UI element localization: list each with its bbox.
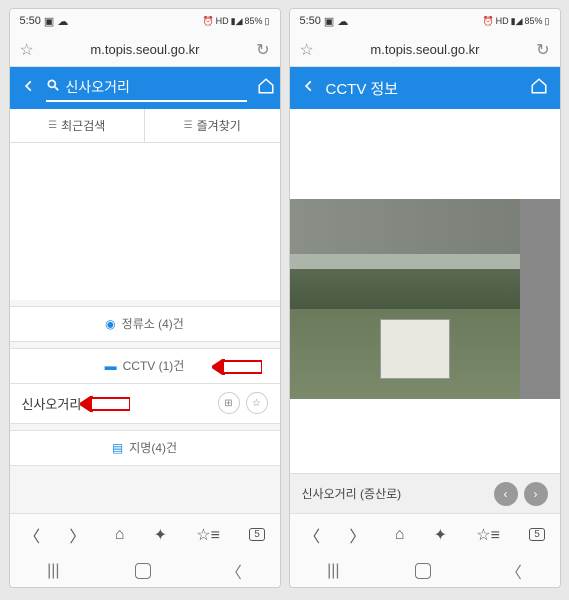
bus-stop-icon: ◉ (105, 317, 115, 331)
battery-text: 85% (525, 16, 543, 26)
annotation-arrow-icon (80, 396, 130, 412)
building-icon: ▤ (112, 441, 123, 455)
nav-back-icon[interactable]: 〈 (24, 523, 40, 547)
browser-url-bar: ☆ m.topis.seoul.go.kr ↻ (10, 33, 280, 67)
nav-tabs-icon[interactable]: 5 (529, 528, 545, 541)
hd-icon: HD (216, 16, 229, 26)
home-button-icon[interactable] (415, 563, 431, 579)
nav-forward-icon[interactable]: 〉 (349, 523, 365, 547)
prev-button[interactable]: ‹ (494, 482, 518, 506)
recents-icon[interactable]: ||| (327, 562, 339, 580)
chevron-left-icon: ‹ (504, 487, 508, 501)
battery-icon: ▯ (545, 16, 550, 27)
bookmark-star-icon[interactable]: ☆ (300, 40, 314, 60)
nav-home-icon[interactable]: ⌂ (395, 526, 405, 544)
map-icon: ⊞ (224, 398, 232, 409)
chevron-right-icon: › (534, 487, 538, 501)
star-icon: ☆ (252, 398, 261, 409)
tab-recent-label: 최근검색 (61, 117, 105, 134)
cctv-top-space (290, 109, 560, 199)
tab-recent[interactable]: ☰ 최근검색 (10, 109, 146, 142)
category-bus-stop[interactable]: ◉ 정류소 (4)건 (10, 306, 280, 342)
phone-right: 5:50 ▣ ☁ ⏰ HD ▮◢ 85% ▯ ☆ m.topis.seoul.g… (289, 8, 561, 588)
nav-tools-icon[interactable]: ✦ (434, 525, 447, 545)
tab-favorite[interactable]: ☰ 즐겨찾기 (145, 109, 280, 142)
nav-forward-icon[interactable]: 〉 (69, 523, 85, 547)
nav-tabs-icon[interactable]: 5 (249, 528, 265, 541)
list-icon: ☰ (48, 120, 57, 131)
category-cctv-label: CCTV (1)건 (123, 357, 185, 374)
recents-icon[interactable]: ||| (47, 562, 59, 580)
annotation-arrow-icon (212, 359, 262, 375)
alarm-icon: ⏰ (202, 16, 213, 27)
list-icon: ☰ (184, 120, 193, 131)
app-header-search (10, 67, 280, 109)
status-time: 5:50 (300, 15, 321, 27)
status-app-icons: ▣ ☁ (44, 15, 68, 28)
search-content: ◉ 정류소 (4)건 ▬ CCTV (1)건 신사오거리 ⊞ ☆ (10, 143, 280, 513)
home-icon[interactable] (257, 77, 275, 100)
next-button[interactable]: › (524, 482, 548, 506)
back-button-icon[interactable]: 〈 (506, 559, 522, 583)
nav-bookmarks-icon[interactable]: ☆≡ (476, 525, 500, 545)
status-time: 5:50 (20, 15, 41, 27)
alarm-icon: ⏰ (482, 16, 493, 27)
map-button[interactable]: ⊞ (218, 392, 240, 414)
status-app-icons: ▣ ☁ (324, 15, 348, 28)
url-text[interactable]: m.topis.seoul.go.kr (44, 42, 246, 57)
nav-tools-icon[interactable]: ✦ (154, 525, 167, 545)
signal-icon: ▮◢ (231, 16, 243, 27)
search-icon (46, 78, 60, 97)
result-name: 신사오거리 (22, 394, 82, 413)
browser-bottom-nav: 〈 〉 ⌂ ✦ ☆≡ 5 (290, 513, 560, 555)
bookmark-star-icon[interactable]: ☆ (20, 40, 34, 60)
back-button-icon[interactable]: 〈 (226, 559, 242, 583)
search-field-wrap (46, 74, 247, 102)
app-header-cctv: CCTV 정보 (290, 67, 560, 109)
battery-text: 85% (245, 16, 263, 26)
nav-back-icon[interactable]: 〈 (304, 523, 320, 547)
category-place-label: 지명(4)건 (129, 439, 177, 456)
refresh-icon[interactable]: ↻ (536, 40, 549, 60)
search-input[interactable] (66, 79, 247, 95)
tab-favorite-label: 즐겨찾기 (197, 117, 241, 134)
category-stop-label: 정류소 (4)건 (122, 315, 184, 332)
home-icon[interactable] (530, 77, 548, 100)
phone-left: 5:50 ▣ ☁ ⏰ HD ▮◢ 85% ▯ ☆ m.topis.seoul.g… (9, 8, 281, 588)
nav-bookmarks-icon[interactable]: ☆≡ (196, 525, 220, 545)
home-button-icon[interactable] (135, 563, 151, 579)
empty-area (10, 143, 280, 300)
result-item[interactable]: 신사오거리 ⊞ ☆ (10, 384, 280, 424)
status-bar: 5:50 ▣ ☁ ⏰ HD ▮◢ 85% ▯ (290, 9, 560, 33)
nav-home-icon[interactable]: ⌂ (115, 526, 125, 544)
back-arrow-icon[interactable] (302, 79, 316, 98)
cctv-location-label: 신사오거리 (증산로) (302, 485, 402, 502)
system-nav: ||| 〈 (10, 555, 280, 587)
system-nav: ||| 〈 (290, 555, 560, 587)
favorite-button[interactable]: ☆ (246, 392, 268, 414)
cctv-icon: ▬ (105, 359, 117, 373)
category-place[interactable]: ▤ 지명(4)건 (10, 430, 280, 466)
cctv-footer: 신사오거리 (증산로) ‹ › (290, 473, 560, 513)
refresh-icon[interactable]: ↻ (256, 40, 269, 60)
browser-url-bar: ☆ m.topis.seoul.go.kr ↻ (290, 33, 560, 67)
battery-icon: ▯ (265, 16, 270, 27)
url-text[interactable]: m.topis.seoul.go.kr (324, 42, 526, 57)
signal-icon: ▮◢ (511, 16, 523, 27)
page-title: CCTV 정보 (326, 78, 399, 99)
category-cctv[interactable]: ▬ CCTV (1)건 (10, 348, 280, 384)
back-arrow-icon[interactable] (22, 79, 36, 98)
status-bar: 5:50 ▣ ☁ ⏰ HD ▮◢ 85% ▯ (10, 9, 280, 33)
cctv-live-image[interactable] (290, 199, 560, 399)
browser-bottom-nav: 〈 〉 ⌂ ✦ ☆≡ 5 (10, 513, 280, 555)
search-tabs: ☰ 최근검색 ☰ 즐겨찾기 (10, 109, 280, 143)
cctv-content: 신사오거리 (증산로) ‹ › (290, 109, 560, 513)
hd-icon: HD (496, 16, 509, 26)
